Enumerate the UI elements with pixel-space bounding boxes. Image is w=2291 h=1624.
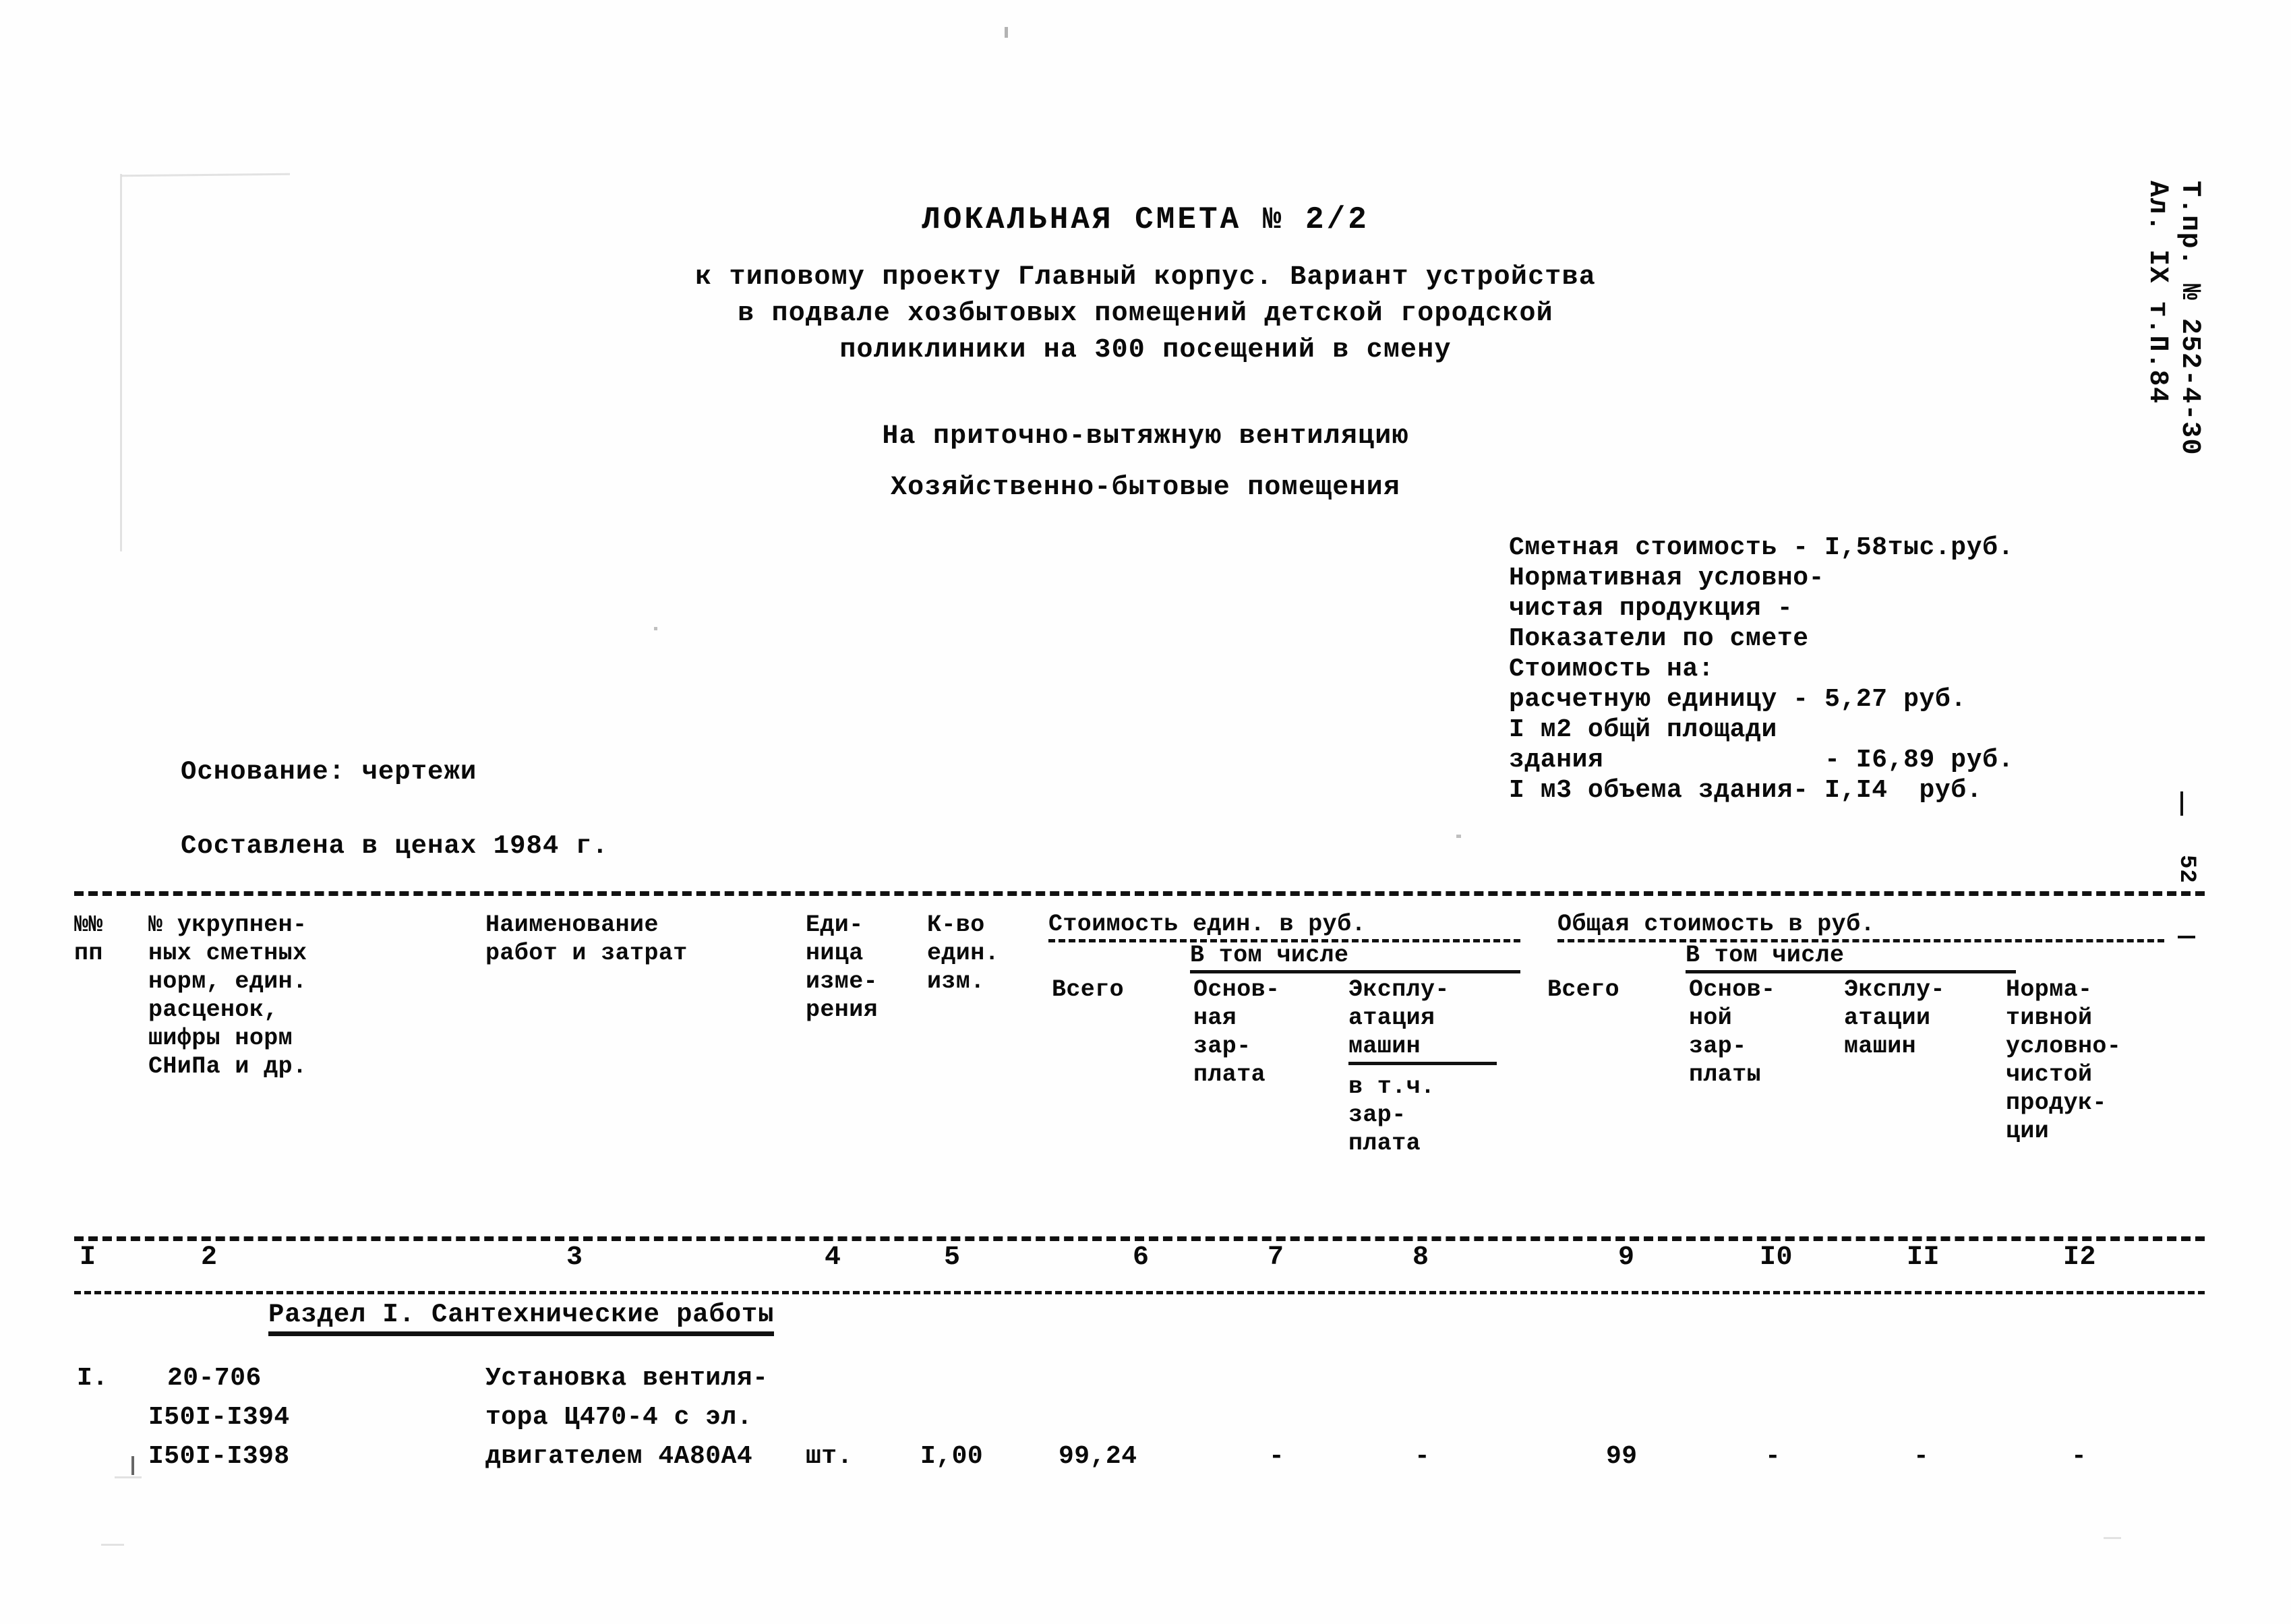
column-header-total-wage: Основ- ной зар- платы bbox=[1689, 976, 1776, 1088]
column-number-3: 3 bbox=[566, 1242, 583, 1273]
page-number: 52 bbox=[2174, 855, 2199, 884]
cost-summary-block: Сметная стоимость - I,58тыс.руб. Нормати… bbox=[1509, 533, 2014, 806]
column-header-total-nucp: Норма- тивной условно- чистой продук- ци… bbox=[2006, 976, 2122, 1145]
summary-nucp-label-1: Нормативная условно- bbox=[1509, 564, 1825, 593]
margin-album-code: Ал. IX т.П.84 bbox=[2142, 181, 2172, 404]
purpose-line-2: Хозяйственно-бытовые помещения bbox=[890, 473, 1401, 503]
column-number-4: 4 bbox=[825, 1242, 841, 1273]
row-total: 99 bbox=[1606, 1442, 1638, 1471]
column-number-8: 8 bbox=[1412, 1242, 1429, 1273]
summary-per-m2-label: I м2 общй площади bbox=[1509, 715, 1777, 744]
row-total-nucp: - bbox=[2071, 1442, 2087, 1471]
scan-speck-right bbox=[1456, 835, 1461, 838]
column-number-row: I 2 3 4 5 6 7 8 9 I0 II I2 bbox=[74, 1241, 2205, 1291]
page-title: ЛОКАЛЬНАЯ СМЕТА № 2/2 bbox=[922, 202, 1369, 237]
column-number-2: 2 bbox=[201, 1242, 218, 1273]
summary-per-unit: расчетную единицу - 5,27 руб. bbox=[1509, 685, 1967, 714]
column-header-unit-machine-wage: в т.ч. зар- плата bbox=[1348, 1073, 1435, 1157]
estimate-purpose: На приточно-вытяжную вентиляцию Хозяйств… bbox=[0, 411, 2291, 514]
estimate-table: №№ пп № укрупнен- ных сметных норм, един… bbox=[74, 891, 2205, 1521]
column-header-unit-wage: Основ- ная зар- плата bbox=[1193, 976, 1280, 1088]
column-number-10: I0 bbox=[1760, 1242, 1793, 1273]
column-number-6: 6 bbox=[1133, 1242, 1150, 1273]
column-header-work-name: Наименование работ и затрат bbox=[485, 911, 688, 967]
scan-artifact-top-edge bbox=[121, 173, 291, 177]
section-heading-row: Раздел I. Сантехнические работы bbox=[74, 1294, 2205, 1359]
basis-block: Основание: чертежи Составлена в ценах 19… bbox=[181, 735, 609, 883]
scan-speck-middle bbox=[654, 627, 657, 630]
summary-estimate-cost: Сметная стоимость - I,58тыс.руб. bbox=[1509, 533, 2014, 562]
column-number-11: II bbox=[1907, 1242, 1940, 1273]
scan-artifact-lower-left bbox=[101, 1544, 124, 1546]
row-unit-wage: - bbox=[1269, 1442, 1285, 1471]
scan-speck-top bbox=[1005, 27, 1008, 38]
table-top-rule bbox=[74, 891, 2205, 896]
project-subtitle: к типовому проекту Главный корпус. Вариа… bbox=[0, 260, 2291, 369]
row-name-line-2: тора Ц470-4 с эл. bbox=[485, 1403, 753, 1432]
group-header-total-cost: Общая стоимость в руб. bbox=[1557, 911, 2164, 942]
column-header-qty: К-во един. изм. bbox=[927, 911, 1000, 995]
column-header-unit: Еди- ница изме- рения bbox=[806, 911, 879, 1023]
column-number-7: 7 bbox=[1268, 1242, 1284, 1273]
row-code-line-1: 20-706 bbox=[167, 1364, 262, 1393]
project-subtitle-line-1: к типовому проекту Главный корпус. Вариа… bbox=[695, 262, 1596, 293]
group-header-unit-included: В том числе bbox=[1190, 942, 1520, 973]
project-subtitle-line-3: поликлиники на 300 посещений в смену bbox=[839, 335, 1452, 365]
row-name-line-3: двигателем 4А80А4 bbox=[485, 1442, 753, 1471]
row-total-wage: - bbox=[1765, 1442, 1781, 1471]
table-header-row: №№ пп № укрупнен- ных сметных норм, един… bbox=[74, 896, 2205, 1236]
row-code-line-3: I50I-I398 bbox=[148, 1442, 290, 1471]
margin-project-code: Т.пр. № 252-4-30 bbox=[2174, 181, 2205, 456]
row-quantity: I,00 bbox=[920, 1442, 984, 1471]
column-number-12: I2 bbox=[2063, 1242, 2097, 1273]
column-header-total-machines: Эксплу- атации машин bbox=[1844, 976, 1945, 1060]
project-subtitle-line-2: в подвале хозбытовых помещений детской г… bbox=[738, 299, 1553, 329]
purpose-line-1: На приточно-вытяжную вентиляцию bbox=[882, 421, 1409, 452]
column-header-unit-machines: Эксплу- атация машин bbox=[1348, 975, 1497, 1065]
group-header-total-included: В том числе bbox=[1686, 942, 2016, 973]
summary-cost-for-label: Стоимость на: bbox=[1509, 655, 1715, 684]
column-number-1: I bbox=[80, 1242, 96, 1273]
group-header-unit-cost: Стоимость един. в руб. bbox=[1048, 911, 1520, 942]
row-code-line-2: I50I-I394 bbox=[148, 1403, 290, 1432]
column-number-9: 9 bbox=[1618, 1242, 1635, 1273]
row-unit-machine: - bbox=[1415, 1442, 1431, 1471]
document-sheet: ЛОКАЛЬНАЯ СМЕТА № 2/2 к типовому проекту… bbox=[0, 0, 2291, 1624]
summary-indicators-label: Показатели по смете bbox=[1509, 624, 1809, 653]
row-name-line-1: Установка вентиля- bbox=[485, 1364, 769, 1393]
summary-per-m2-value: здания - I6,89 руб. bbox=[1509, 746, 2014, 775]
scan-artifact-bottom-right bbox=[2104, 1537, 2121, 1539]
row-unit: шт. bbox=[806, 1442, 853, 1471]
section-title: Раздел I. Сантехнические работы bbox=[268, 1300, 775, 1336]
table-header-bottom-rule bbox=[74, 1236, 2205, 1241]
column-header-unit-total: Всего bbox=[1052, 976, 1125, 1003]
row-total-machine: - bbox=[1913, 1442, 1930, 1471]
margin-tick-upper bbox=[2180, 791, 2183, 816]
row-number: I. bbox=[77, 1364, 109, 1393]
column-header-no: №№ пп bbox=[74, 911, 103, 967]
basis-price-year: Составлена в ценах 1984 г. bbox=[181, 831, 609, 861]
column-number-5: 5 bbox=[944, 1242, 961, 1273]
column-header-total-total: Всего bbox=[1547, 976, 1620, 1003]
summary-per-m3-value: I м3 объема здания- I,I4 руб. bbox=[1509, 776, 1983, 805]
table-body: I. 20-706 I50I-I394 I50I-I398 Установка … bbox=[74, 1359, 2205, 1521]
row-unit-total: 99,24 bbox=[1059, 1442, 1137, 1471]
column-header-norm-code: № укрупнен- ных сметных норм, един. расц… bbox=[148, 911, 307, 1080]
basis-drawings: Основание: чертежи bbox=[181, 757, 477, 787]
summary-nucp-label-2: чистая продукция - bbox=[1509, 594, 1793, 623]
